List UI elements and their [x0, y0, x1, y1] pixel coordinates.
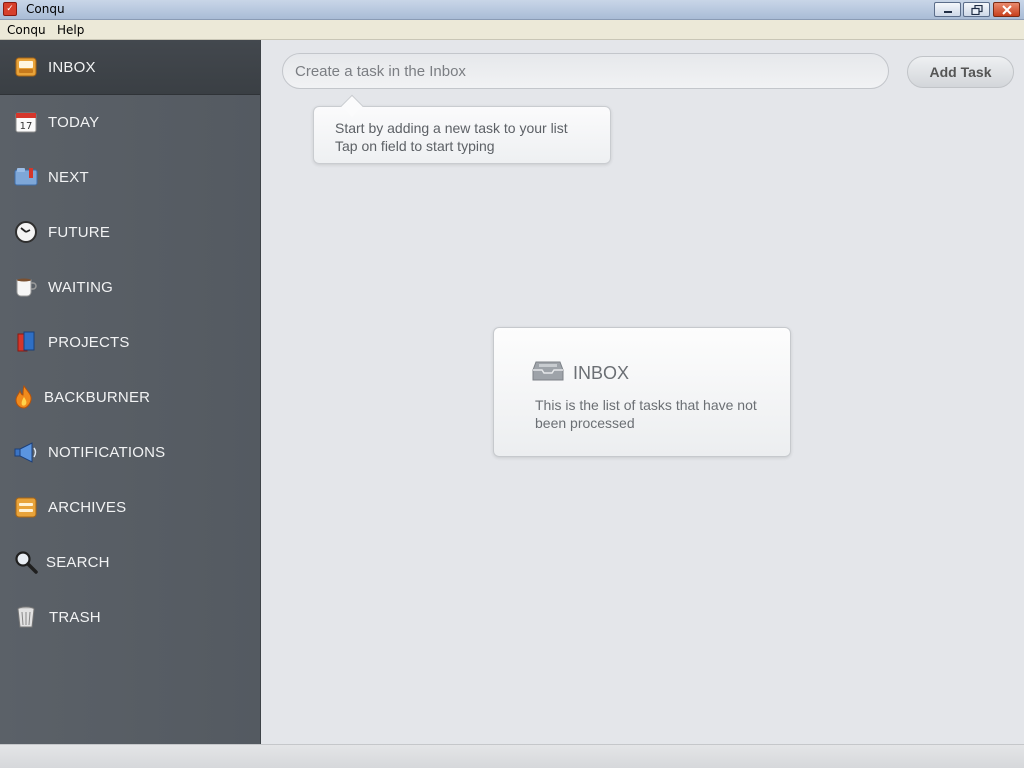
menu-help[interactable]: Help — [57, 23, 84, 37]
close-icon — [1002, 5, 1012, 15]
sidebar-item-label: PROJECTS — [48, 334, 130, 351]
task-input[interactable] — [282, 53, 889, 89]
megaphone-icon — [14, 442, 37, 463]
restore-icon — [971, 5, 983, 15]
sidebar-item-label: TRASH — [49, 609, 101, 626]
sidebar: INBOX 17 TODAY NEXT FUTURE WAITING PROJE… — [0, 40, 261, 744]
sidebar-item-label: NEXT — [48, 169, 89, 186]
info-card-title: INBOX — [573, 363, 630, 383]
tooltip-arrow — [340, 94, 364, 118]
sidebar-item-label: TODAY — [48, 114, 100, 131]
close-button[interactable] — [993, 2, 1020, 17]
calendar-icon: 17 — [15, 112, 37, 133]
sidebar-item-backburner[interactable]: BACKBURNER — [0, 370, 260, 425]
archive-box-icon — [15, 497, 37, 518]
sidebar-item-trash[interactable]: TRASH — [0, 590, 260, 645]
main-panel: Add Task Start by adding a new task to y… — [261, 40, 1024, 744]
minimize-button[interactable] — [934, 2, 961, 17]
inbox-info-card: INBOX This is the list of tasks that hav… — [493, 327, 791, 457]
sidebar-item-waiting[interactable]: WAITING — [0, 260, 260, 315]
menu-bar: Conqu Help — [0, 20, 1024, 40]
flame-icon — [15, 385, 32, 409]
inbox-tray-icon — [532, 361, 564, 381]
add-task-button[interactable]: Add Task — [907, 56, 1014, 88]
sidebar-item-inbox[interactable]: INBOX — [0, 40, 260, 95]
status-bar — [0, 744, 1024, 768]
calendar-day-text: 17 — [20, 121, 33, 132]
hint-line-2: Tap on field to start typing — [335, 138, 495, 154]
magnifier-icon — [15, 551, 38, 574]
app-icon: ✓ — [3, 2, 17, 16]
folder-icon — [14, 168, 38, 186]
sidebar-item-today[interactable]: 17 TODAY — [0, 95, 260, 150]
hint-line-1: Start by adding a new task to your list — [335, 120, 568, 136]
sidebar-item-label: BACKBURNER — [44, 389, 151, 406]
trash-can-icon — [17, 606, 35, 628]
minimize-icon — [944, 11, 952, 13]
sidebar-item-archives[interactable]: ARCHIVES — [0, 480, 260, 535]
sidebar-item-next[interactable]: NEXT — [0, 150, 260, 205]
coffee-cup-icon — [16, 278, 37, 297]
sidebar-item-label: ARCHIVES — [48, 499, 127, 516]
sidebar-item-label: INBOX — [48, 59, 96, 76]
sidebar-item-label: SEARCH — [46, 554, 110, 571]
menu-conqu[interactable]: Conqu — [7, 23, 46, 37]
title-bar: ✓ Conqu — [0, 0, 1024, 20]
books-icon — [17, 331, 35, 352]
inbox-tray-icon — [15, 57, 37, 77]
sidebar-item-label: NOTIFICATIONS — [48, 444, 166, 461]
sidebar-item-label: WAITING — [48, 279, 114, 296]
info-card-description: This is the list of tasks that have not … — [535, 397, 757, 431]
sidebar-item-future[interactable]: FUTURE — [0, 205, 260, 260]
restore-button[interactable] — [963, 2, 990, 17]
hint-tooltip: Start by adding a new task to your list … — [313, 94, 611, 164]
window-title: Conqu — [26, 2, 65, 16]
sidebar-item-notifications[interactable]: NOTIFICATIONS — [0, 425, 260, 480]
sidebar-item-label: FUTURE — [48, 224, 111, 241]
sidebar-item-projects[interactable]: PROJECTS — [0, 315, 260, 370]
sidebar-item-search[interactable]: SEARCH — [0, 535, 260, 590]
clock-icon — [15, 221, 37, 243]
